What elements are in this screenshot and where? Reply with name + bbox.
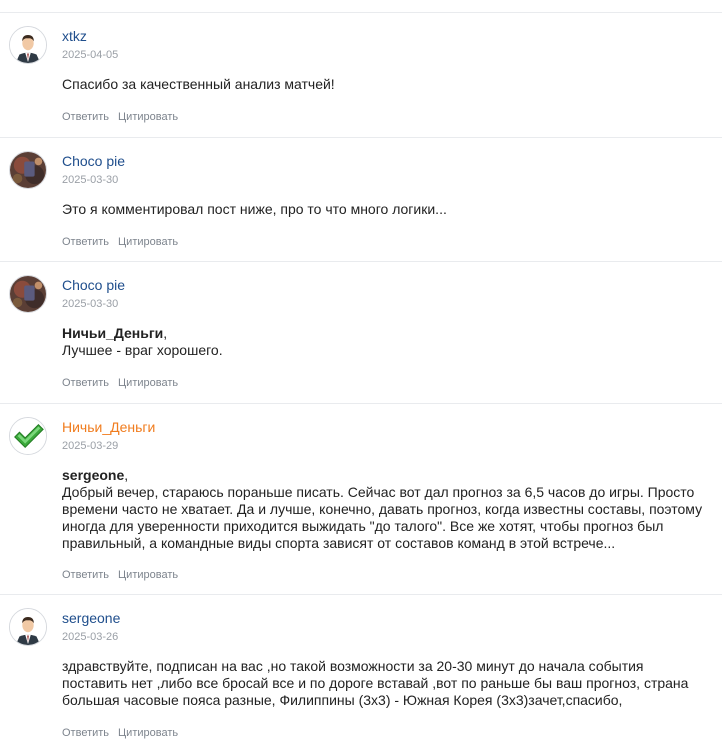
comment-text-block: sergeone, Добрый вечер, стараюсь пораньш… xyxy=(62,467,718,552)
comment-item: xtkz 2025-04-05 Спасибо за качественный … xyxy=(0,12,722,138)
comment-actions: Ответить Цитировать xyxy=(62,235,178,249)
comment-text: Лучшее - враг хорошего. xyxy=(62,342,223,358)
businessman-avatar-icon[interactable] xyxy=(9,26,47,64)
comment-author-link[interactable]: sergeone xyxy=(62,609,120,627)
comment-actions: Ответить Цитировать xyxy=(62,726,178,740)
photo-avatar-icon[interactable] xyxy=(9,151,47,189)
comment-item: Ничьи_Деньги 2025-03-29 sergeone, Добрый… xyxy=(0,403,722,595)
quote-button[interactable]: Цитировать xyxy=(118,569,178,581)
reply-button[interactable]: Ответить xyxy=(62,727,109,739)
quote-button[interactable]: Цитировать xyxy=(118,377,178,389)
comment-actions: Ответить Цитировать xyxy=(62,110,178,124)
comment-text: Добрый вечер, стараюсь пораньше писать. … xyxy=(62,484,703,551)
quote-button[interactable]: Цитировать xyxy=(118,236,178,248)
comment-item: Choco pie 2025-03-30 Ничьи_Деньги, Лучше… xyxy=(0,261,722,404)
comma-separator: , xyxy=(124,467,129,483)
businessman-avatar-icon[interactable] xyxy=(9,608,47,646)
reply-button[interactable]: Ответить xyxy=(62,569,109,581)
comment-date: 2025-03-29 xyxy=(62,440,119,452)
comment-item: Choco pie 2025-03-30 Это я комментировал… xyxy=(0,137,722,262)
quoted-username[interactable]: Ничьи_Деньги xyxy=(62,325,163,341)
comment-date: 2025-03-26 xyxy=(62,631,119,643)
comment-actions: Ответить Цитировать xyxy=(62,376,178,390)
comment-date: 2025-03-30 xyxy=(62,298,119,310)
comment-text: здравствуйте, подписан на вас ,но такой … xyxy=(62,658,689,708)
comment-date: 2025-04-05 xyxy=(62,49,119,61)
comment-item: sergeone 2025-03-26 здравствуйте, подпис… xyxy=(0,594,722,745)
comment-actions: Ответить Цитировать xyxy=(62,568,178,582)
comment-text: Это я комментировал пост ниже, про то чт… xyxy=(62,201,447,217)
reply-button[interactable]: Ответить xyxy=(62,236,109,248)
comma-separator: , xyxy=(163,325,168,341)
quote-button[interactable]: Цитировать xyxy=(118,111,178,123)
quote-button[interactable]: Цитировать xyxy=(118,727,178,739)
checkmark-avatar-icon[interactable] xyxy=(9,417,47,455)
quoted-username[interactable]: sergeone xyxy=(62,467,124,483)
comment-text-block: Ничьи_Деньги, Лучшее - враг хорошего. xyxy=(62,325,722,359)
comment-text: Спасибо за качественный анализ матчей! xyxy=(62,76,335,92)
comment-date: 2025-03-30 xyxy=(62,174,119,186)
photo-avatar-icon[interactable] xyxy=(9,275,47,313)
reply-button[interactable]: Ответить xyxy=(62,111,109,123)
comment-author-link[interactable]: Choco pie xyxy=(62,152,125,170)
comment-author-link[interactable]: Choco pie xyxy=(62,276,125,294)
comment-author-link[interactable]: xtkz xyxy=(62,27,87,45)
comment-author-link[interactable]: Ничьи_Деньги xyxy=(62,418,155,436)
reply-button[interactable]: Ответить xyxy=(62,377,109,389)
